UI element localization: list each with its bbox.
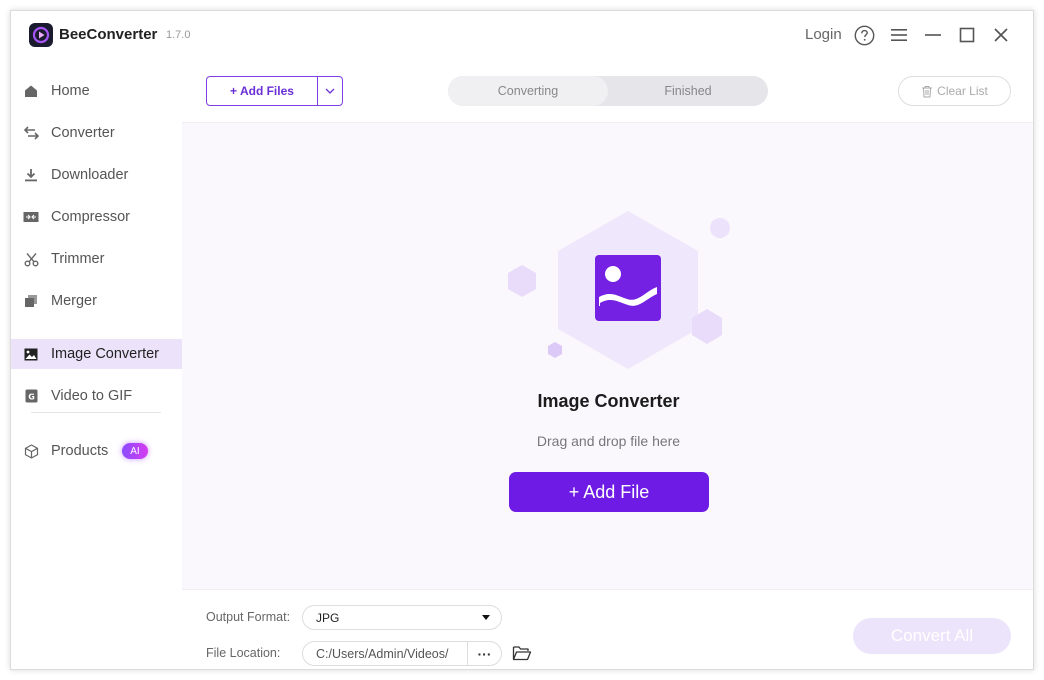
- caret-down-icon: [482, 615, 490, 620]
- help-icon[interactable]: [853, 24, 875, 46]
- merge-icon: [23, 293, 39, 309]
- login-link[interactable]: Login: [805, 26, 842, 43]
- sidebar-item-merger[interactable]: Merger: [11, 286, 182, 316]
- sidebar-item-label: Downloader: [51, 167, 129, 183]
- convert-all-button[interactable]: Convert All: [853, 618, 1011, 654]
- sidebar-item-label: Video to GIF: [51, 388, 133, 404]
- swap-icon: [23, 125, 39, 141]
- add-files-dropdown[interactable]: [318, 77, 342, 105]
- download-icon: [23, 167, 39, 183]
- sidebar-item-label: Image Converter: [51, 346, 159, 362]
- compress-icon: [23, 209, 39, 225]
- dropzone-title: Image Converter: [537, 391, 680, 411]
- app-window: BeeConverter 1.7.0 Login Home Converter …: [10, 10, 1034, 670]
- dropzone-subtitle: Drag and drop file here: [536, 433, 681, 449]
- sidebar-item-converter[interactable]: Converter: [11, 118, 182, 148]
- sidebar-divider: [31, 412, 161, 413]
- image-icon: [23, 346, 39, 362]
- file-location-value: C:/Users/Admin/Videos/: [316, 647, 449, 661]
- sidebar-item-home[interactable]: Home: [11, 76, 182, 106]
- status-tabs: Converting Finished: [448, 76, 768, 106]
- toolbar: + Add Files Converting Finished Clear Li…: [182, 59, 1033, 123]
- sidebar-item-label: Compressor: [51, 209, 130, 225]
- main-panel: + Add Files Converting Finished Clear Li…: [182, 59, 1033, 669]
- tab-finished[interactable]: Finished: [608, 76, 768, 106]
- output-format-label: Output Format:: [206, 610, 291, 624]
- sidebar-item-label: Converter: [51, 125, 115, 141]
- add-files-split-button: + Add Files: [206, 76, 343, 106]
- sidebar-item-compressor[interactable]: Compressor: [11, 202, 182, 232]
- maximize-icon[interactable]: [956, 24, 978, 46]
- cube-icon: [23, 443, 39, 459]
- sidebar: Home Converter Downloader Compressor Tri…: [11, 59, 182, 669]
- scissors-icon: [23, 251, 39, 267]
- sidebar-item-label: Products: [51, 443, 109, 459]
- file-location-label: File Location:: [206, 646, 281, 660]
- sidebar-item-label: Trimmer: [51, 251, 105, 267]
- file-location-field[interactable]: C:/Users/Admin/Videos/ ···: [302, 641, 502, 666]
- sidebar-item-downloader[interactable]: Downloader: [11, 160, 182, 190]
- gif-icon: G: [23, 388, 39, 404]
- sidebar-item-video-to-gif[interactable]: G Video to GIF: [11, 381, 182, 411]
- folder-icon[interactable]: [512, 644, 532, 662]
- ai-badge: AI: [122, 443, 148, 459]
- title-bar: BeeConverter 1.7.0 Login: [11, 11, 1033, 59]
- chevron-down-icon: [325, 88, 335, 94]
- sidebar-item-label: Home: [51, 83, 90, 99]
- menu-icon[interactable]: [888, 24, 910, 46]
- clear-list-button[interactable]: Clear List: [898, 76, 1011, 106]
- sidebar-item-label: Merger: [51, 293, 97, 309]
- image-illustration: [508, 211, 730, 369]
- sidebar-item-image-converter[interactable]: Image Converter: [11, 339, 182, 369]
- bottom-bar: Output Format: JPG File Location: C:/Use…: [182, 589, 1033, 669]
- output-format-select[interactable]: JPG: [302, 605, 502, 630]
- trash-icon: [922, 85, 933, 97]
- app-logo-icon: [29, 23, 53, 47]
- app-name: BeeConverter: [59, 26, 158, 43]
- tab-converting[interactable]: Converting: [448, 76, 608, 106]
- clear-list-label: Clear List: [937, 84, 988, 98]
- sidebar-item-trimmer[interactable]: Trimmer: [11, 244, 182, 274]
- app-version: 1.7.0: [166, 29, 191, 41]
- browse-more-button[interactable]: ···: [467, 642, 501, 665]
- sidebar-item-products[interactable]: Products AI: [11, 436, 182, 466]
- output-format-value: JPG: [316, 610, 340, 625]
- add-file-button[interactable]: + Add File: [509, 472, 709, 512]
- home-icon: [23, 83, 39, 99]
- add-files-button[interactable]: + Add Files: [207, 77, 318, 105]
- minimize-icon[interactable]: [922, 24, 944, 46]
- close-icon[interactable]: [990, 24, 1012, 46]
- svg-text:G: G: [28, 393, 35, 402]
